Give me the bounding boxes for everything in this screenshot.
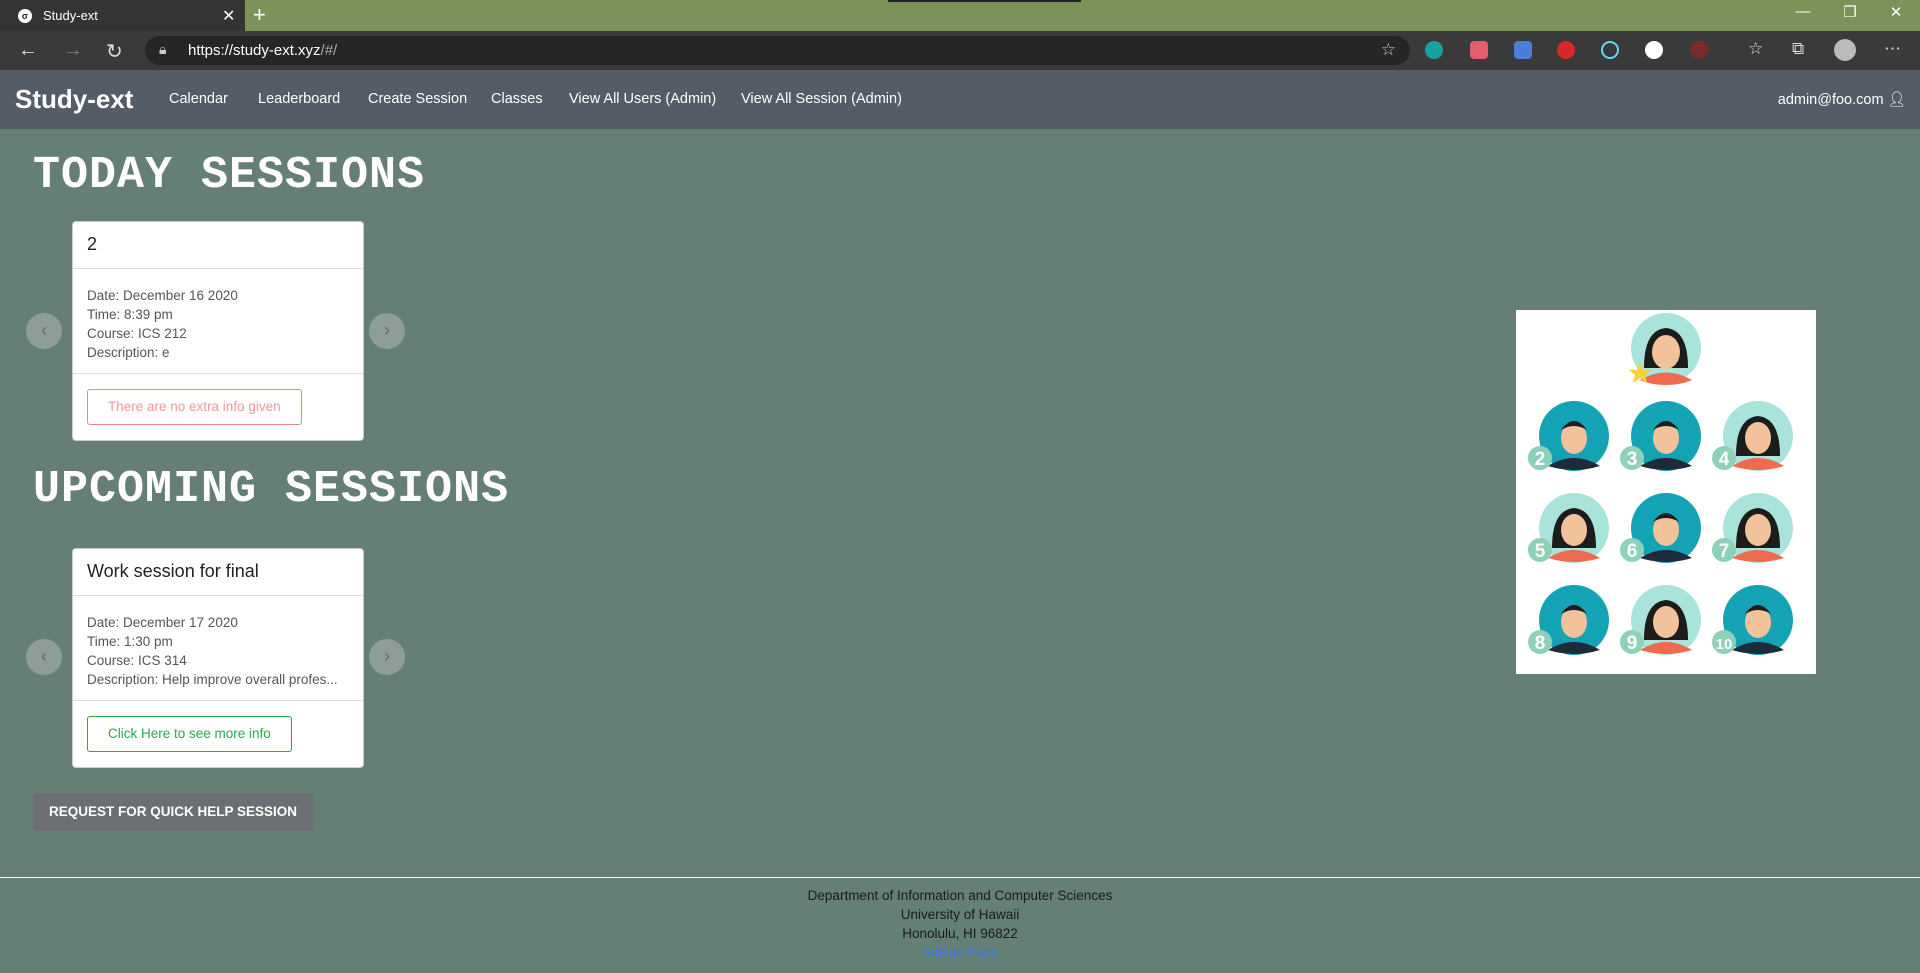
browser-tab[interactable]: σ Study-ext ✕ <box>0 0 245 31</box>
session-course: Course: ICS 212 <box>87 326 187 341</box>
avatar-1 <box>1629 313 1701 385</box>
nav-view-all-session[interactable]: View All Session (Admin) <box>741 91 902 107</box>
footer-department: Department of Information and Computer S… <box>807 888 1113 903</box>
avatars-illustration: 2 3 4 5 6 7 8 9 10 <box>1528 313 1793 655</box>
avatar-number-label: 5 <box>1535 541 1546 562</box>
avatar-number-label: 6 <box>1627 541 1638 562</box>
close-tab-icon[interactable]: ✕ <box>222 6 235 26</box>
session-title: 2 <box>73 222 363 269</box>
today-session-card: 2 Date: December 16 2020 Time: 8:39 pm C… <box>72 221 364 441</box>
favorites-icon[interactable]: ☆ <box>1748 39 1763 59</box>
avatar-3: 3 <box>1620 401 1701 471</box>
upcoming-sessions-heading: UPCOMING SESSIONS <box>33 464 510 515</box>
forward-icon[interactable]: → <box>63 39 83 62</box>
upcoming-session-card: Work session for final Date: December 17… <box>72 548 364 768</box>
favicon-icon: σ <box>18 9 32 23</box>
extension-sigma-icon[interactable] <box>1645 41 1663 59</box>
footer-github-link[interactable]: GitHub Page <box>0 943 1920 962</box>
session-time: Time: 8:39 pm <box>87 307 173 322</box>
nav-view-all-users[interactable]: View All Users (Admin) <box>569 91 716 107</box>
nav-leaderboard[interactable]: Leaderboard <box>258 91 340 107</box>
restore-icon[interactable]: ❐ <box>1827 3 1873 21</box>
footer-university: University of Hawaii <box>900 907 1020 922</box>
extension-translate-icon[interactable] <box>1514 41 1532 59</box>
avatar-number-label: 7 <box>1719 541 1730 562</box>
avatar-10: 10 <box>1712 585 1793 655</box>
address-bar[interactable]: 🔒︎ https://study-ext.xyz/#/ ☆ <box>145 36 1410 65</box>
browser-tab-bar: σ Study-ext ✕ + — ❐ ✕ <box>0 0 1920 31</box>
session-details: Date: December 17 2020 Time: 1:30 pm Cou… <box>73 596 363 701</box>
new-tab-icon[interactable]: + <box>253 2 266 28</box>
session-date: Date: December 17 2020 <box>87 615 238 630</box>
close-window-icon[interactable]: ✕ <box>1873 3 1919 21</box>
upcoming-next-arrow[interactable]: › <box>369 639 405 675</box>
nav-create-session[interactable]: Create Session <box>368 91 467 107</box>
avatar-6: 6 <box>1620 493 1701 563</box>
avatar-number-label: 10 <box>1716 636 1733 653</box>
avatar-5: 5 <box>1528 493 1609 563</box>
avatar-number-label: 4 <box>1719 449 1730 470</box>
back-icon[interactable]: ← <box>18 39 38 62</box>
more-menu-icon[interactable]: ⋯ <box>1884 39 1901 59</box>
tab-title: Study-ext <box>43 8 98 23</box>
url-text[interactable]: https://study-ext.xyz/#/ <box>188 42 337 59</box>
session-time: Time: 1:30 pm <box>87 634 173 649</box>
refresh-icon[interactable]: ↻ <box>106 39 123 64</box>
avatar-number-label: 8 <box>1535 633 1546 654</box>
today-sessions-heading: TODAY SESSIONS <box>33 150 426 201</box>
avatar-2: 2 <box>1528 401 1609 471</box>
user-icon: 👤︎ <box>1887 92 1906 108</box>
session-date: Date: December 16 2020 <box>87 288 238 303</box>
session-title: Work session for final <box>73 549 363 596</box>
app-navbar: Study-ext Calendar Leaderboard Create Se… <box>0 70 1920 129</box>
nav-classes[interactable]: Classes <box>491 91 543 107</box>
avatar-number-label: 2 <box>1535 449 1546 470</box>
drag-region <box>888 0 1081 2</box>
extension-fingerprint-icon[interactable] <box>1690 41 1708 59</box>
nav-calendar[interactable]: Calendar <box>169 91 228 107</box>
session-description: Description: e <box>87 345 170 360</box>
avatar-number-label: 9 <box>1627 633 1638 654</box>
more-info-button[interactable]: Click Here to see more info <box>87 716 292 752</box>
quick-help-button[interactable]: REQUEST FOR QUICK HELP SESSION <box>33 793 313 831</box>
collections-icon[interactable]: ⧉ <box>1792 39 1804 59</box>
minimize-icon[interactable]: — <box>1780 3 1826 20</box>
browser-toolbar: ← → ↻ 🔒︎ https://study-ext.xyz/#/ ☆ ☆ ⧉ … <box>0 31 1920 70</box>
leaderboard-avatars-image: 2 3 4 5 6 7 8 9 10 <box>1516 310 1816 674</box>
avatar-4: 4 <box>1712 401 1793 471</box>
footer-address: Honolulu, HI 96822 <box>902 926 1018 941</box>
page-footer: Department of Information and Computer S… <box>0 877 1920 973</box>
avatar-9: 9 <box>1620 585 1701 655</box>
avatar-8: 8 <box>1528 585 1609 655</box>
today-next-arrow[interactable]: › <box>369 313 405 349</box>
lock-icon: 🔒︎ <box>159 41 167 57</box>
avatar-7: 7 <box>1712 493 1793 563</box>
no-extra-info-button[interactable]: There are no extra info given <box>87 389 302 425</box>
extension-m-icon[interactable] <box>1425 41 1443 59</box>
upcoming-prev-arrow[interactable]: ‹ <box>26 639 62 675</box>
extension-lock-icon[interactable] <box>1557 41 1575 59</box>
today-prev-arrow[interactable]: ‹ <box>26 313 62 349</box>
profile-avatar[interactable] <box>1834 39 1856 61</box>
extension-react-icon[interactable] <box>1601 41 1619 59</box>
avatar-number-label: 3 <box>1627 449 1638 470</box>
session-details: Date: December 16 2020 Time: 8:39 pm Cou… <box>73 269 363 374</box>
session-course: Course: ICS 314 <box>87 653 187 668</box>
session-description: Description: Help improve overall profes… <box>87 672 338 687</box>
user-menu[interactable]: admin@foo.com 👤︎ <box>1778 91 1906 108</box>
favorite-star-icon[interactable]: ☆ <box>1381 40 1396 60</box>
extension-reader-icon[interactable] <box>1470 41 1488 59</box>
brand-logo[interactable]: Study-ext <box>15 84 133 115</box>
